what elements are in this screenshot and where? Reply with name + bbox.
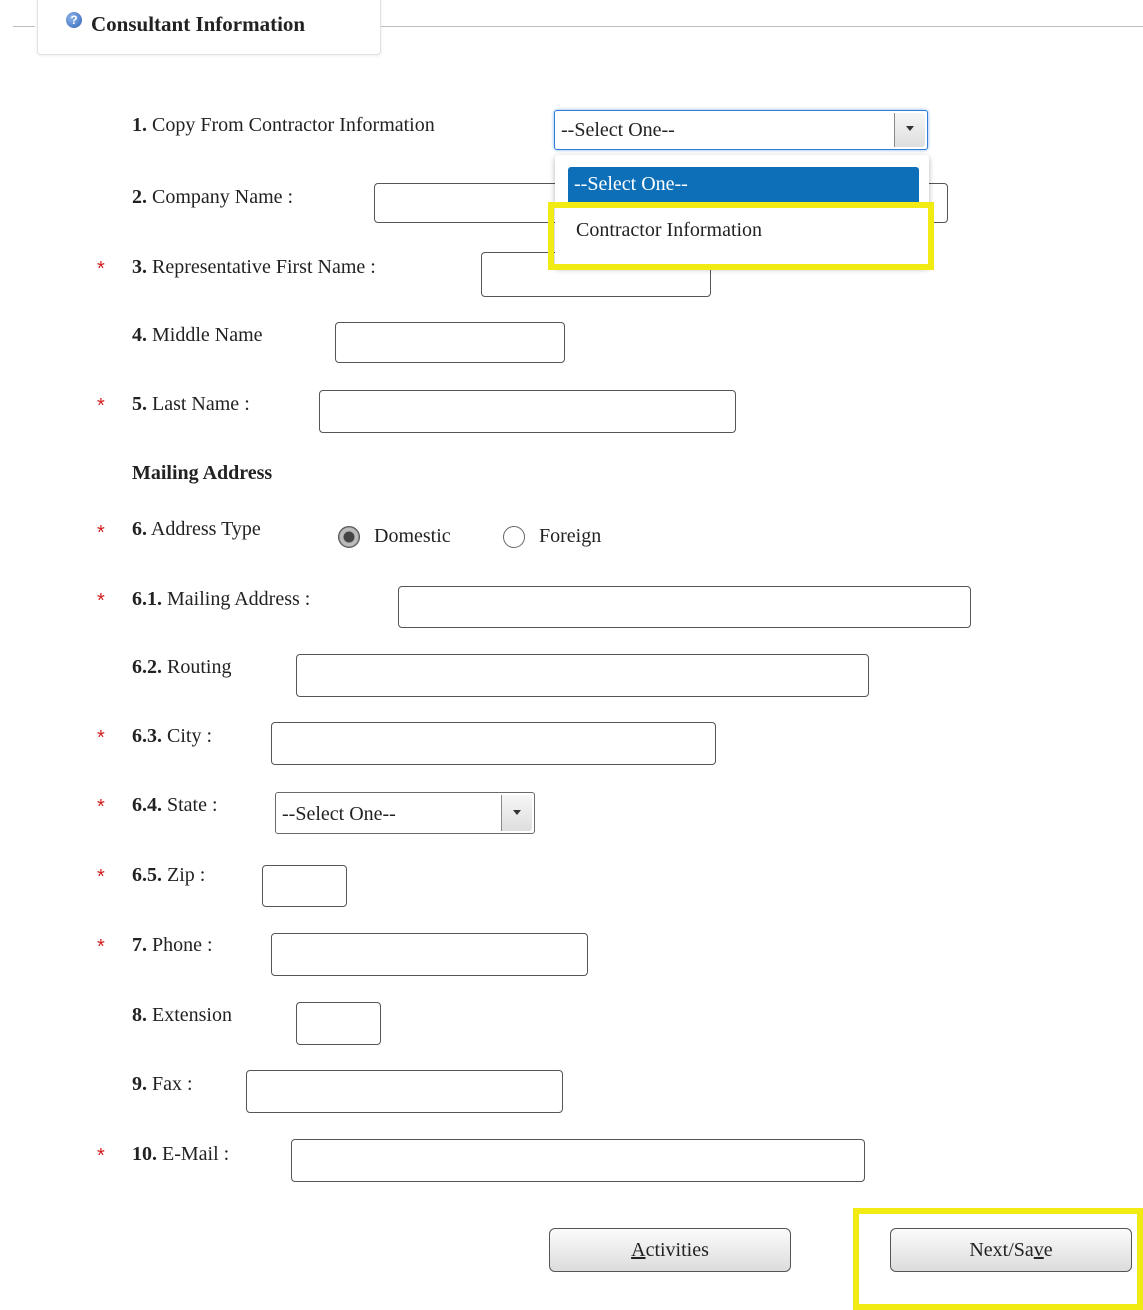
required-asterisk: *: [97, 866, 105, 888]
zip-label: 6.5. Zip :: [132, 864, 206, 886]
copy-from-label: 1. Copy From Contractor Information: [132, 114, 435, 136]
activities-button[interactable]: Activities: [549, 1228, 791, 1272]
email-label: 10. E-Mail :: [132, 1143, 230, 1165]
required-asterisk: *: [97, 796, 105, 818]
phone-label: 7. Phone :: [132, 934, 213, 956]
state-select-value: --Select One--: [282, 803, 396, 825]
fax-input[interactable]: [246, 1070, 563, 1113]
required-asterisk: *: [97, 590, 105, 612]
mailing-address-label: 6.1. Mailing Address :: [132, 588, 311, 610]
last-name-label: 5. Last Name :: [132, 393, 250, 415]
next-save-button[interactable]: Next/Save: [890, 1228, 1132, 1272]
middle-name-label: 4. Middle Name: [132, 324, 263, 346]
state-label: 6.4. State :: [132, 794, 218, 816]
copy-from-select-value: --Select One--: [561, 119, 675, 141]
radio-foreign-label: Foreign: [539, 525, 602, 547]
section-title: Consultant Information: [91, 12, 306, 36]
routing-input[interactable]: [296, 654, 869, 697]
fax-label: 9. Fax :: [132, 1073, 193, 1095]
required-asterisk: *: [97, 936, 105, 958]
radio-domestic[interactable]: [338, 526, 360, 548]
company-name-label: 2. Company Name :: [132, 186, 294, 208]
help-icon[interactable]: ?: [66, 12, 82, 28]
radio-foreign[interactable]: [503, 526, 525, 548]
required-asterisk: *: [97, 258, 105, 280]
city-label: 6.3. City :: [132, 725, 213, 747]
required-asterisk: *: [97, 522, 105, 544]
phone-input[interactable]: [271, 933, 588, 976]
extension-label: 8. Extension: [132, 1004, 232, 1026]
extension-input[interactable]: [296, 1002, 381, 1045]
legend-line-left: [13, 26, 35, 27]
copy-from-select[interactable]: --Select One--: [554, 110, 928, 150]
chevron-down-icon[interactable]: [894, 113, 925, 147]
mailing-address-input[interactable]: [398, 586, 971, 628]
chevron-down-icon[interactable]: [501, 795, 532, 831]
state-select[interactable]: --Select One--: [275, 792, 535, 834]
routing-label: 6.2. Routing: [132, 656, 232, 678]
zip-input[interactable]: [262, 865, 347, 907]
last-name-input[interactable]: [319, 390, 736, 433]
middle-name-input[interactable]: [335, 322, 565, 363]
required-asterisk: *: [97, 1145, 105, 1167]
radio-domestic-label: Domestic: [374, 525, 451, 547]
required-asterisk: *: [97, 395, 105, 417]
email-input[interactable]: [291, 1139, 865, 1182]
legend-line-right: [380, 26, 1143, 27]
first-name-label: 3. Representative First Name :: [132, 256, 376, 278]
required-asterisk: *: [97, 727, 105, 749]
highlight-box-contractor-option: [548, 202, 934, 270]
address-type-label: 6. Address Type: [132, 518, 261, 540]
dropdown-option-select-one[interactable]: --Select One--: [568, 167, 919, 205]
city-input[interactable]: [271, 722, 716, 765]
mailing-address-header: Mailing Address: [132, 462, 273, 484]
